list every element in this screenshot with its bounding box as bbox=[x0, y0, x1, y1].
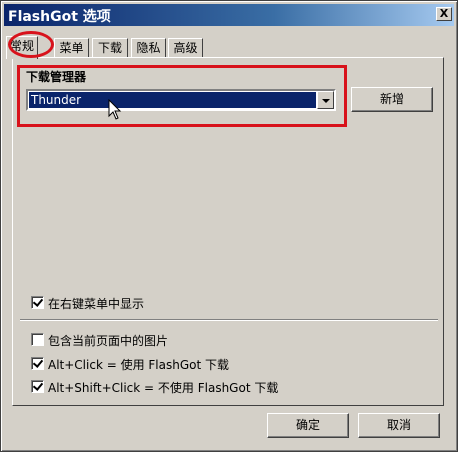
ok-button[interactable]: 确定 bbox=[267, 413, 349, 438]
download-manager-highlight-annotation bbox=[17, 65, 347, 127]
divider bbox=[20, 319, 438, 321]
tab-highlight-annotation bbox=[8, 31, 54, 58]
title-bar[interactable]: FlashGot 选项 X bbox=[4, 4, 454, 26]
tab-advanced[interactable]: 高级 bbox=[168, 38, 203, 58]
close-button[interactable]: X bbox=[436, 7, 452, 21]
alt-click-label: Alt+Click = 使用 FlashGot 下载 bbox=[48, 358, 230, 372]
checkbox-empty-icon[interactable] bbox=[31, 333, 44, 346]
checkmark-icon[interactable] bbox=[31, 357, 44, 370]
tab-menu[interactable]: 菜单 bbox=[54, 38, 89, 58]
window-title: FlashGot 选项 bbox=[8, 9, 111, 25]
tab-privacy[interactable]: 隐私 bbox=[131, 38, 166, 58]
show-in-context-menu-label: 在右键菜单中显示 bbox=[48, 297, 145, 311]
checkmark-icon[interactable] bbox=[31, 380, 44, 393]
checkmark-icon[interactable] bbox=[31, 296, 44, 309]
cancel-button[interactable]: 取消 bbox=[358, 413, 440, 438]
alt-shift-click-label: Alt+Shift+Click = 不使用 FlashGot 下载 bbox=[48, 381, 279, 395]
arrow-cursor-icon bbox=[108, 99, 122, 120]
add-download-manager-button[interactable]: 新增 bbox=[351, 87, 433, 112]
options-dialog: FlashGot 选项 X 常规 菜单 下载 隐私 高级 下载管理器 Thund… bbox=[0, 0, 458, 452]
tab-download[interactable]: 下载 bbox=[92, 38, 128, 58]
include-page-images-label: 包含当前页面中的图片 bbox=[48, 334, 169, 348]
